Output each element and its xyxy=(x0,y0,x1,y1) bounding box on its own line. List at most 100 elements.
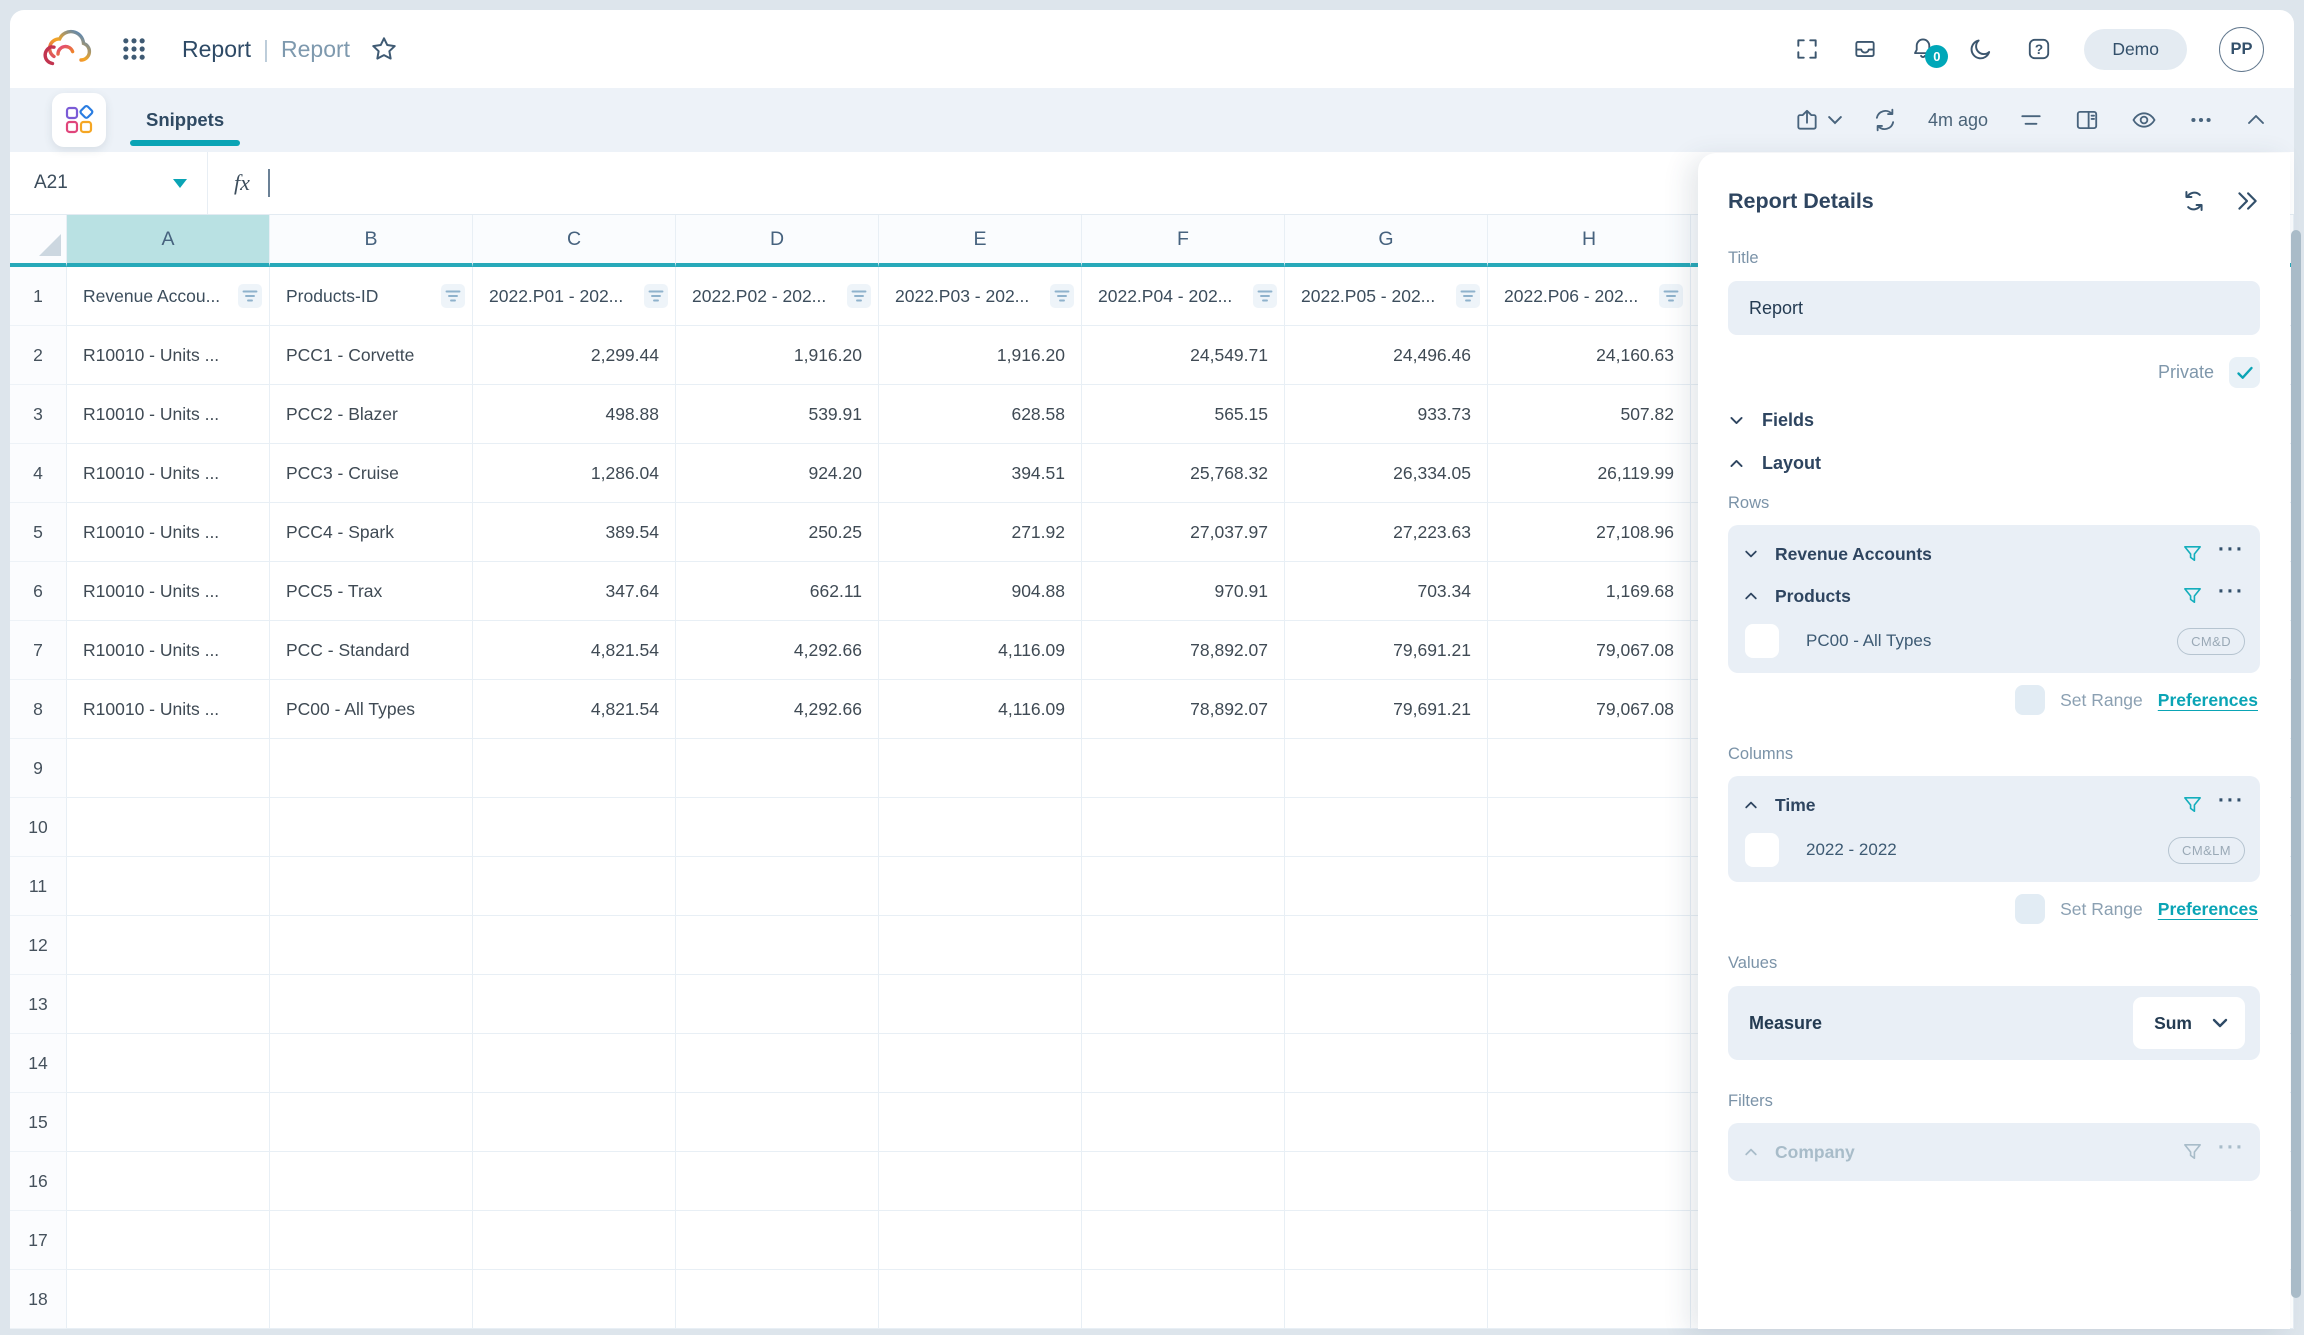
grid-cell[interactable] xyxy=(1082,798,1285,857)
grid-cell[interactable]: 27,223.63 xyxy=(1285,503,1488,562)
grid-cell[interactable]: 24,496.46 xyxy=(1285,326,1488,385)
aggregation-select[interactable]: Sum xyxy=(2133,997,2245,1049)
grid-cell[interactable] xyxy=(473,798,676,857)
grid-cell[interactable]: PCC3 - Cruise xyxy=(270,444,473,503)
row-header-13[interactable]: 13 xyxy=(10,975,67,1034)
set-range-checkbox[interactable] xyxy=(2015,894,2045,924)
grid-cell[interactable] xyxy=(1082,739,1285,798)
column-filter-icon[interactable] xyxy=(644,284,668,308)
grid-cell[interactable]: PC00 - All Types xyxy=(270,680,473,739)
grid-cell[interactable] xyxy=(270,857,473,916)
name-box-caret-icon[interactable] xyxy=(173,179,187,188)
preferences-link[interactable]: Preferences xyxy=(2158,899,2258,920)
grid-cell[interactable]: 1,169.68 xyxy=(1488,562,1691,621)
grid-cell[interactable] xyxy=(676,1034,879,1093)
grid-cell[interactable] xyxy=(1488,798,1691,857)
more-options-icon[interactable]: ··· xyxy=(2218,587,2245,605)
dimension-revenue-accounts[interactable]: Revenue Accounts ··· xyxy=(1743,533,2245,575)
grid-cell[interactable]: 933.73 xyxy=(1285,385,1488,444)
row-header-1[interactable]: 1 xyxy=(10,267,67,326)
section-fields[interactable]: Fields xyxy=(1728,410,2260,431)
grid-cell[interactable] xyxy=(270,1152,473,1211)
row-header-5[interactable]: 5 xyxy=(10,503,67,562)
grid-cell[interactable]: R10010 - Units ... xyxy=(67,562,270,621)
grid-cell[interactable] xyxy=(67,975,270,1034)
grid-cell[interactable] xyxy=(676,1093,879,1152)
grid-cell[interactable] xyxy=(879,1152,1082,1211)
tab-snippets[interactable]: Snippets xyxy=(146,88,224,152)
grid-cell[interactable] xyxy=(879,1270,1082,1329)
grid-cell[interactable]: 394.51 xyxy=(879,444,1082,503)
row-header-14[interactable]: 14 xyxy=(10,1034,67,1093)
grid-cell[interactable] xyxy=(1488,1270,1691,1329)
column-header-F[interactable]: F xyxy=(1082,215,1285,267)
grid-cell[interactable] xyxy=(676,739,879,798)
grid-cell[interactable]: 4,292.66 xyxy=(676,621,879,680)
grid-cell[interactable] xyxy=(1082,857,1285,916)
grid-cell[interactable] xyxy=(473,1093,676,1152)
column-filter-icon[interactable] xyxy=(1659,284,1683,308)
row-header-15[interactable]: 15 xyxy=(10,1093,67,1152)
row-header-7[interactable]: 7 xyxy=(10,621,67,680)
grid-cell[interactable]: 2022.P06 - 202... xyxy=(1488,267,1691,326)
user-avatar[interactable]: PP xyxy=(2219,27,2264,72)
grid-cell[interactable] xyxy=(676,1270,879,1329)
row-header-9[interactable]: 9 xyxy=(10,739,67,798)
favorite-star-icon[interactable] xyxy=(370,35,398,63)
grid-cell[interactable] xyxy=(473,1034,676,1093)
row-header-17[interactable]: 17 xyxy=(10,1211,67,1270)
column-header-B[interactable]: B xyxy=(270,215,473,267)
section-layout[interactable]: Layout xyxy=(1728,453,2260,474)
grid-cell[interactable]: 4,821.54 xyxy=(473,680,676,739)
row-header-11[interactable]: 11 xyxy=(10,857,67,916)
grid-cell[interactable]: 25,768.32 xyxy=(1082,444,1285,503)
cell-name-box[interactable]: A21 xyxy=(10,152,208,214)
more-options-icon[interactable]: ··· xyxy=(2218,1143,2245,1161)
grid-cell[interactable] xyxy=(676,798,879,857)
grid-cell[interactable] xyxy=(879,798,1082,857)
column-header-H[interactable]: H xyxy=(1488,215,1691,267)
grid-cell[interactable] xyxy=(1488,739,1691,798)
grid-cell[interactable]: PCC2 - Blazer xyxy=(270,385,473,444)
grid-cell[interactable]: 78,892.07 xyxy=(1082,680,1285,739)
dimension-products[interactable]: Products ··· xyxy=(1743,575,2245,617)
grid-cell[interactable]: 4,292.66 xyxy=(676,680,879,739)
grid-cell[interactable] xyxy=(1285,1270,1488,1329)
grid-cell[interactable] xyxy=(67,1211,270,1270)
refresh-icon[interactable] xyxy=(1872,107,1898,133)
column-filter-icon[interactable] xyxy=(847,284,871,308)
grid-cell[interactable] xyxy=(879,975,1082,1034)
grid-cell[interactable] xyxy=(473,1152,676,1211)
more-options-icon[interactable]: ··· xyxy=(2218,796,2245,814)
help-icon[interactable]: ? xyxy=(2026,36,2052,62)
grid-cell[interactable] xyxy=(1285,1034,1488,1093)
dimension-company[interactable]: Company ··· xyxy=(1743,1131,2245,1173)
set-range-checkbox[interactable] xyxy=(2015,685,2045,715)
fullscreen-icon[interactable] xyxy=(1794,36,1820,62)
sync-icon[interactable] xyxy=(2180,187,2208,215)
grid-cell[interactable] xyxy=(879,857,1082,916)
grid-cell[interactable]: 4,821.54 xyxy=(473,621,676,680)
grid-cell[interactable] xyxy=(473,1270,676,1329)
filter-funnel-icon[interactable] xyxy=(2182,795,2203,816)
grid-cell[interactable]: 2022.P03 - 202... xyxy=(879,267,1082,326)
grid-cell[interactable] xyxy=(270,916,473,975)
grid-cell[interactable]: R10010 - Units ... xyxy=(67,621,270,680)
grid-cell[interactable] xyxy=(879,739,1082,798)
grid-cell[interactable] xyxy=(676,1152,879,1211)
grid-cell[interactable] xyxy=(1082,1152,1285,1211)
row-header-10[interactable]: 10 xyxy=(10,798,67,857)
grid-cell[interactable] xyxy=(270,1270,473,1329)
collapse-panel-icon[interactable] xyxy=(2234,188,2260,214)
grid-cell[interactable]: 498.88 xyxy=(473,385,676,444)
grid-cell[interactable] xyxy=(1082,1034,1285,1093)
grid-cell[interactable]: 79,067.08 xyxy=(1488,621,1691,680)
private-checkbox[interactable] xyxy=(2229,357,2260,388)
grid-cell[interactable] xyxy=(1488,1093,1691,1152)
grid-cell[interactable]: 26,119.99 xyxy=(1488,444,1691,503)
grid-cell[interactable] xyxy=(879,1093,1082,1152)
grid-cell[interactable] xyxy=(676,916,879,975)
grid-cell[interactable]: R10010 - Units ... xyxy=(67,385,270,444)
grid-cell[interactable] xyxy=(1082,1270,1285,1329)
grid-cell[interactable] xyxy=(676,1211,879,1270)
